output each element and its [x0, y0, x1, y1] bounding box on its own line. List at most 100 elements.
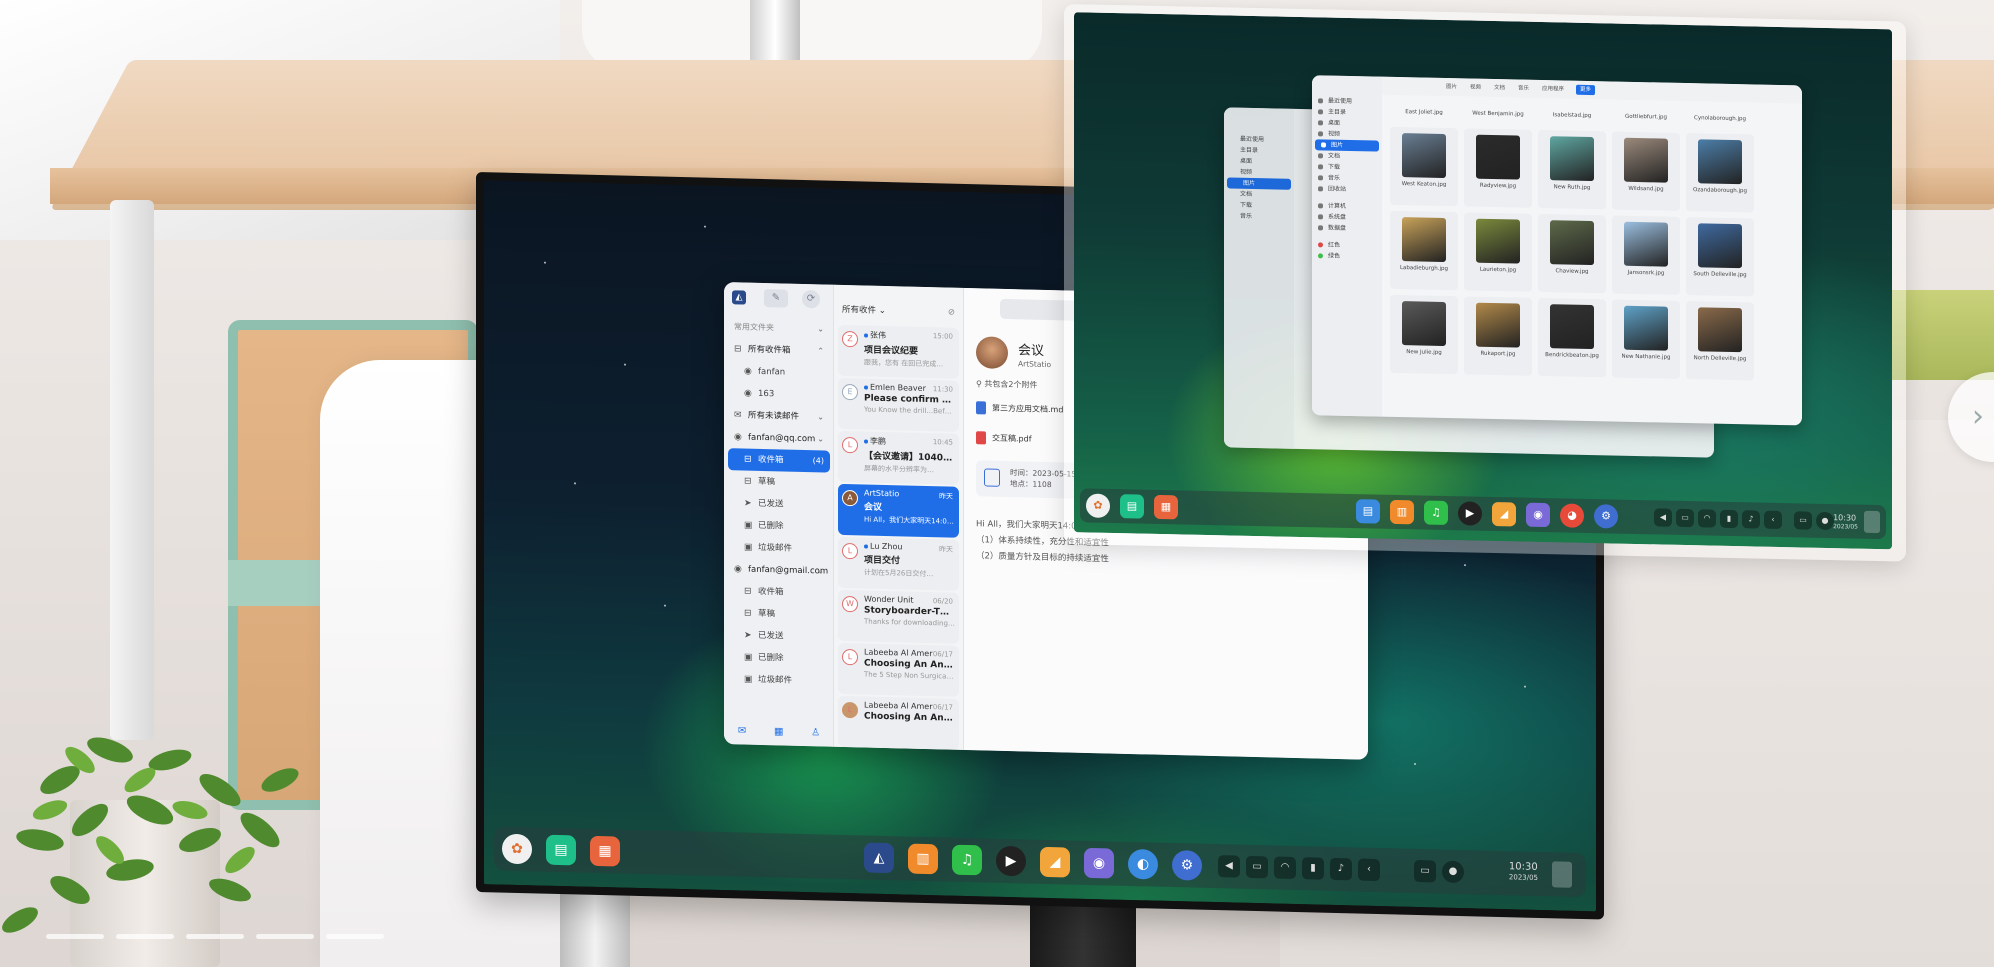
folder-qq-drafts[interactable]: ⊟ 草稿	[728, 470, 830, 494]
keyboard-icon[interactable]: ▭	[1676, 508, 1694, 528]
message-list-header[interactable]: 所有收件 ⌄ ⊘	[834, 297, 963, 326]
fm-tab[interactable]: 图片	[1442, 82, 1461, 92]
attachment-pdf[interactable]: 交互稿.pdf	[976, 428, 1032, 449]
music-icon[interactable]: ♫	[1424, 500, 1448, 526]
chrome-icon[interactable]: ◕	[1560, 503, 1584, 528]
trash-icon[interactable]	[1864, 510, 1880, 534]
app-store-icon[interactable]: ▥	[908, 843, 938, 875]
folder-fanfan[interactable]: ◉ fanfan	[728, 360, 830, 384]
file-item[interactable]: Labadieburgh.jpg	[1390, 210, 1458, 291]
chevron-down-icon[interactable]: ⌄	[817, 406, 824, 428]
file-item[interactable]: New Julie.jpg	[1390, 294, 1458, 375]
chevron-left-icon[interactable]: ‹	[1358, 858, 1380, 882]
folder-all-inbox[interactable]: ⊟ 所有收件箱 ⌃	[728, 338, 830, 362]
browser-icon[interactable]: ◐	[1128, 848, 1158, 880]
settings-icon[interactable]: ⚙	[1594, 504, 1618, 529]
file-item[interactable]: New Nathanie.jpg	[1612, 299, 1680, 379]
folder-qq-sent[interactable]: ➤ 已发送	[728, 492, 830, 516]
workspace-icon[interactable]: ▦	[590, 835, 620, 867]
chevron-down-icon[interactable]: ⌄	[817, 318, 824, 340]
file-item[interactable]: West Keaton.jpg	[1390, 126, 1458, 207]
fm-tab[interactable]: 视频	[1466, 82, 1485, 92]
clock[interactable]: 10:30 2023/05	[1509, 861, 1538, 884]
fm-tab[interactable]: 应用程序	[1538, 84, 1568, 95]
battery-icon[interactable]: ▮	[1302, 857, 1324, 880]
settings-icon[interactable]: ⚙	[1172, 850, 1202, 881]
fm-nav-item[interactable]: 音乐	[1224, 210, 1294, 222]
mail-icon[interactable]: ✉	[738, 725, 746, 736]
clock[interactable]: 10:30 2023/05	[1833, 513, 1858, 532]
folder-account-gmail[interactable]: ◉ fanfan@gmail.com ⌄	[728, 558, 830, 582]
pager-dot[interactable]	[116, 934, 174, 939]
folder-gmail-spam[interactable]: ▣ 垃圾邮件	[728, 668, 830, 692]
volume-icon[interactable]: ◀	[1218, 855, 1240, 878]
message-item[interactable]: L 李鹏 10:45 【会议邀请】1040~… 屏幕的水平分辨率为…	[838, 430, 959, 485]
message-item[interactable]: L Labeeba Al Amer 06/17 Choosing An Antiagi…	[838, 695, 959, 750]
file-item[interactable]: Radyview.jpg	[1464, 128, 1532, 208]
wifi-icon[interactable]: ◠	[1274, 856, 1296, 880]
pager-dot[interactable]	[326, 934, 384, 939]
mail-app-icon[interactable]: ◭	[864, 842, 894, 874]
chevron-up-icon[interactable]: ⌃	[817, 340, 824, 362]
folder-account-qq[interactable]: ◉ fanfan@qq.com ⌄	[728, 426, 830, 450]
music-icon[interactable]: ♫	[952, 844, 982, 876]
desktop-icon[interactable]: ▭	[1414, 859, 1436, 883]
multitask-icon[interactable]: ▤	[546, 834, 576, 866]
file-item[interactable]: New Ruth.jpg	[1538, 129, 1606, 210]
notification-icon[interactable]: ♪	[1330, 857, 1352, 881]
power-icon[interactable]: ●	[1816, 511, 1834, 531]
fm-tab[interactable]: 文档	[1490, 83, 1509, 93]
contacts-icon[interactable]: ♙	[811, 727, 820, 738]
folder-163[interactable]: ◉ 163	[728, 382, 830, 406]
folder-gmail-inbox[interactable]: ⊟ 收件箱	[728, 580, 830, 604]
trash-icon[interactable]	[1552, 861, 1572, 888]
message-item[interactable]: L Lu Zhou 昨天 项目交付 计划在5月26日交付…	[838, 536, 959, 591]
file-item[interactable]: Chaview.jpg	[1538, 213, 1606, 294]
folder-gmail-sent[interactable]: ➤ 已发送	[728, 624, 830, 648]
message-item[interactable]: Z 张伟 15:00 项目会议纪要 跟我，您有 在回已完成…	[838, 324, 959, 379]
notification-icon[interactable]: ♪	[1742, 510, 1760, 529]
calendar-icon[interactable]: ▦	[774, 726, 783, 737]
folder-gmail-deleted[interactable]: ▣ 已删除	[728, 646, 830, 670]
volume-icon[interactable]: ◀	[1654, 508, 1672, 527]
photos-icon[interactable]: ◢	[1492, 501, 1516, 527]
file-item[interactable]: Ozandaborough.jpg	[1686, 133, 1754, 213]
launcher-icon[interactable]: ✿	[502, 833, 532, 865]
chevron-down-icon[interactable]: ⌄	[817, 560, 824, 582]
video-player-icon[interactable]: ▶	[996, 845, 1026, 877]
wifi-icon[interactable]: ◠	[1698, 509, 1716, 528]
fm-tag-item[interactable]: 绿色	[1312, 250, 1382, 262]
folder-qq-spam[interactable]: ▣ 垃圾邮件	[728, 536, 830, 560]
fm-tab-active[interactable]: 更多	[1576, 84, 1596, 96]
file-manager-app-icon[interactable]: ▤	[1356, 499, 1380, 524]
file-item[interactable]: Rukaport.jpg	[1464, 296, 1532, 376]
launcher-icon[interactable]: ✿	[1086, 493, 1110, 518]
multitask-icon[interactable]: ▤	[1120, 494, 1144, 519]
fm-tab[interactable]: 音乐	[1514, 83, 1533, 93]
pager-dot[interactable]	[186, 934, 244, 939]
camera-icon[interactable]: ◉	[1526, 502, 1550, 528]
keyboard-icon[interactable]: ▭	[1246, 855, 1268, 879]
photos-icon[interactable]: ◢	[1040, 846, 1070, 878]
pager-dot[interactable]	[46, 934, 104, 939]
message-item-selected[interactable]: A ArtStatio 昨天 会议 Hi All，我们大家明天14:00…	[838, 483, 959, 538]
file-item[interactable]: Wildsand.jpg	[1612, 131, 1680, 211]
folder-unread[interactable]: ✉ 所有未读邮件 ⌄	[728, 404, 830, 428]
desktop-icon[interactable]: ▭	[1794, 511, 1812, 530]
folder-qq-inbox[interactable]: ⊟ 收件箱 (4)	[728, 448, 830, 473]
pager-dot[interactable]	[256, 934, 314, 939]
message-item[interactable]: L Labeeba Al Amer 06/17 Choosing An Antiagi…	[838, 642, 959, 697]
file-item[interactable]: North Delleville.jpg	[1686, 301, 1754, 381]
app-store-icon[interactable]: ▥	[1390, 499, 1414, 525]
video-player-icon[interactable]: ▶	[1458, 501, 1482, 526]
file-item[interactable]: Bendrickbeaton.jpg	[1538, 297, 1606, 378]
workspace-icon[interactable]: ▦	[1154, 494, 1178, 520]
fm-nav-item[interactable]: 回收站	[1312, 183, 1382, 195]
message-item[interactable]: W Wonder Unit 06/20 Storyboarder-Than… Thank…	[838, 589, 959, 644]
battery-icon[interactable]: ▮	[1720, 509, 1738, 529]
sync-button[interactable]: ⟳	[802, 289, 820, 309]
select-all-icon[interactable]: ⊘	[948, 300, 955, 326]
folder-qq-deleted[interactable]: ▣ 已删除	[728, 514, 830, 538]
chevron-down-icon[interactable]: ⌄	[817, 428, 824, 450]
file-item[interactable]: Laurieton.jpg	[1464, 212, 1532, 292]
